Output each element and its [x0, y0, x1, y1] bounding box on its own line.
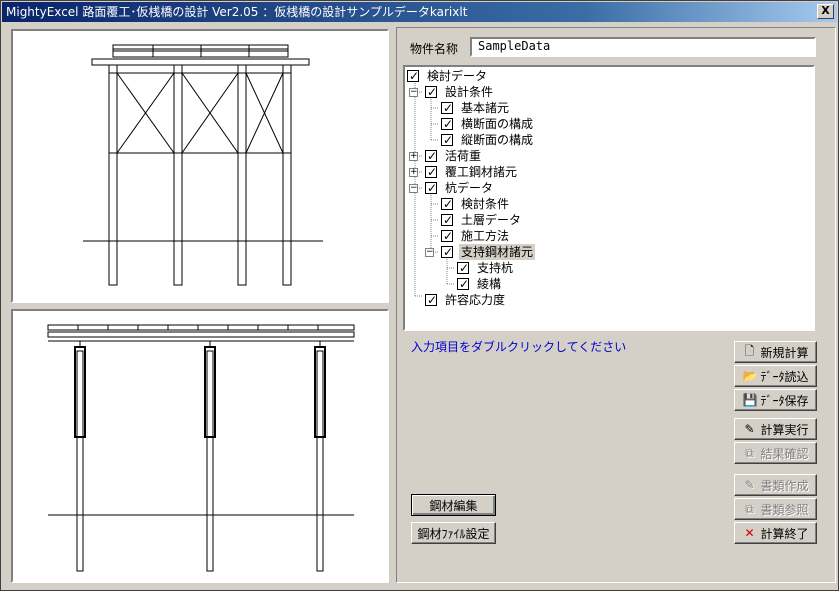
exit-calc-label: 計算終了: [760, 526, 809, 541]
collapse-icon[interactable]: −: [425, 248, 434, 257]
tree-node-13-label[interactable]: 綾構: [475, 276, 503, 292]
copy-icon: ⧉: [745, 501, 754, 516]
edit-doc-icon: ✎: [744, 478, 755, 492]
tree-node-3-checkbox[interactable]: [441, 116, 453, 132]
exit-calc-button[interactable]: ✕ 計算終了: [734, 522, 817, 544]
floppy-disk-icon: 💾: [742, 393, 758, 407]
create-docs-label: 書類作成: [760, 478, 809, 493]
cross-section-view: [11, 29, 389, 303]
steel-file-settings-button[interactable]: 鋼材ﾌｧｲﾙ設定: [411, 522, 496, 544]
tree-node-3-label[interactable]: 横断面の構成: [459, 116, 535, 132]
tree-node-6-label[interactable]: 覆工鋼材諸元: [443, 164, 519, 180]
title-bar: MightyExcel 路面覆工･仮桟橋の設計 Ver2.05 ：仮桟橋の設計サ…: [2, 2, 837, 22]
calculator-icon: ✎: [744, 422, 755, 436]
tree-node-12-checkbox[interactable]: [457, 260, 469, 276]
steel-file-settings-label: 鋼材ﾌｧｲﾙ設定: [417, 526, 490, 541]
tree-node-8-label[interactable]: 検討条件: [459, 196, 511, 212]
collapse-icon[interactable]: −: [409, 88, 418, 97]
tree-node-4-checkbox[interactable]: [441, 132, 453, 148]
expand-icon[interactable]: +: [409, 168, 418, 177]
save-data-label: ﾃﾞｰﾀ保存: [760, 393, 809, 408]
copy-icon: ⧉: [745, 445, 754, 460]
create-docs-button[interactable]: ✎ 書類作成: [734, 474, 817, 496]
new-calc-label: 新規計算: [760, 345, 809, 360]
tree-node-0-checkbox[interactable]: [407, 68, 419, 84]
close-window-button[interactable]: X: [817, 4, 834, 19]
new-calc-button[interactable]: 🗋 新規計算: [734, 341, 817, 363]
edit-steel-button[interactable]: 鋼材編集: [411, 494, 496, 516]
tree-node-5-checkbox[interactable]: [425, 148, 437, 164]
tree-node-6-checkbox[interactable]: [425, 164, 437, 180]
collapse-icon[interactable]: −: [409, 184, 418, 193]
data-tree-view[interactable]: 検討データ − 設計条件 基本諸元 横断面の構成 縦断面の構成 + 活荷重 +: [403, 65, 815, 331]
close-icon: ✕: [744, 526, 755, 540]
tree-node-1-label[interactable]: 設計条件: [443, 84, 495, 100]
instruction-hint: 入力項目をダブルクリックしてください: [411, 340, 627, 354]
tree-node-1-checkbox[interactable]: [425, 84, 437, 100]
tree-node-7-label[interactable]: 杭データ: [443, 180, 495, 196]
run-calc-button[interactable]: ✎ 計算実行: [734, 418, 817, 440]
tree-node-14-checkbox[interactable]: [425, 292, 437, 308]
tree-node-4-label[interactable]: 縦断面の構成: [459, 132, 535, 148]
document-icon: 🗋: [744, 343, 755, 358]
run-calc-label: 計算実行: [760, 422, 809, 437]
project-name-label: 物件名称: [410, 42, 459, 56]
tree-node-2-checkbox[interactable]: [441, 100, 453, 116]
project-name-field[interactable]: SampleData: [470, 37, 816, 57]
view-docs-button[interactable]: ⧉ 書類参照: [734, 498, 817, 520]
tree-node-10-label[interactable]: 施工方法: [459, 228, 511, 244]
longitudinal-drawing: [47, 324, 355, 572]
folder-open-icon: 📂: [742, 369, 758, 383]
tree-node-2-label[interactable]: 基本諸元: [459, 100, 511, 116]
tree-node-8-checkbox[interactable]: [441, 196, 453, 212]
tree-node-11-checkbox[interactable]: [441, 244, 453, 260]
cross-section-drawing: [83, 44, 323, 286]
tree-node-11-label[interactable]: 支持鋼材諸元: [459, 244, 536, 260]
tree-node-14-label[interactable]: 許容応力度: [443, 292, 507, 308]
tree-node-9-label[interactable]: 土層データ: [459, 212, 523, 228]
load-data-button[interactable]: 📂 ﾃﾞｰﾀ読込: [734, 365, 817, 387]
edit-steel-label: 鋼材編集: [429, 498, 478, 513]
tree-node-0-label[interactable]: 検討データ: [425, 68, 489, 84]
app-window: MightyExcel 路面覆工･仮桟橋の設計 Ver2.05 ：仮桟橋の設計サ…: [0, 0, 839, 591]
check-results-label: 結果確認: [760, 446, 809, 461]
view-docs-label: 書類参照: [760, 502, 809, 517]
longitudinal-view: [11, 309, 389, 583]
tree-node-12-label[interactable]: 支持杭: [475, 260, 515, 276]
tree-node-5-label[interactable]: 活荷重: [443, 148, 483, 164]
tree-node-9-checkbox[interactable]: [441, 212, 453, 228]
window-title: MightyExcel 路面覆工･仮桟橋の設計 Ver2.05 ：仮桟橋の設計サ…: [6, 5, 468, 19]
expand-icon[interactable]: +: [409, 152, 418, 161]
load-data-label: ﾃﾞｰﾀ読込: [760, 369, 809, 384]
tree-node-10-checkbox[interactable]: [441, 228, 453, 244]
tree-node-13-checkbox[interactable]: [457, 276, 469, 292]
save-data-button[interactable]: 💾 ﾃﾞｰﾀ保存: [734, 389, 817, 411]
tree-node-7-checkbox[interactable]: [425, 180, 437, 196]
check-results-button[interactable]: ⧉ 結果確認: [734, 442, 817, 464]
